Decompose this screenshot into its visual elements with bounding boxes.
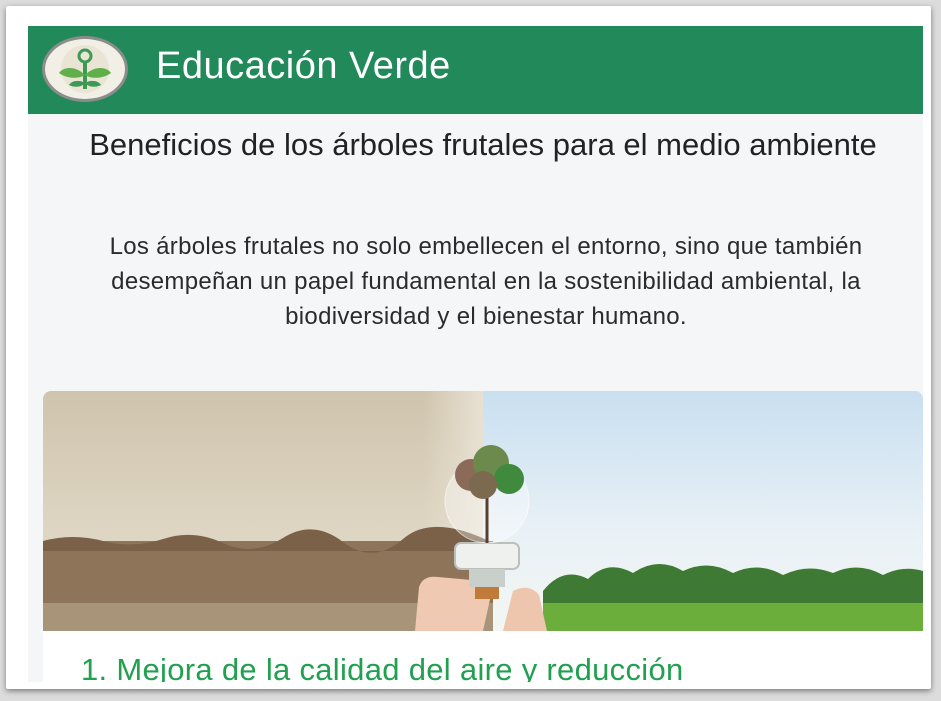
site-brand-name[interactable]: Educación Verde: [156, 44, 451, 88]
section-card: 1. Mejora de la calidad del aire y reduc…: [43, 631, 923, 682]
window-frame: Educación Verde Beneficios de los árbole…: [6, 6, 931, 689]
sprout-logo-icon[interactable]: [42, 36, 128, 102]
site-header: Educación Verde: [28, 26, 923, 114]
hero-image: [43, 391, 923, 631]
section-heading: 1. Mejora de la calidad del aire y reduc…: [81, 652, 684, 682]
page-viewport[interactable]: Educación Verde Beneficios de los árbole…: [28, 26, 923, 682]
intro-paragraph: Los árboles frutales no solo embellecen …: [109, 233, 863, 330]
page-title: Beneficios de los árboles frutales para …: [89, 127, 877, 162]
